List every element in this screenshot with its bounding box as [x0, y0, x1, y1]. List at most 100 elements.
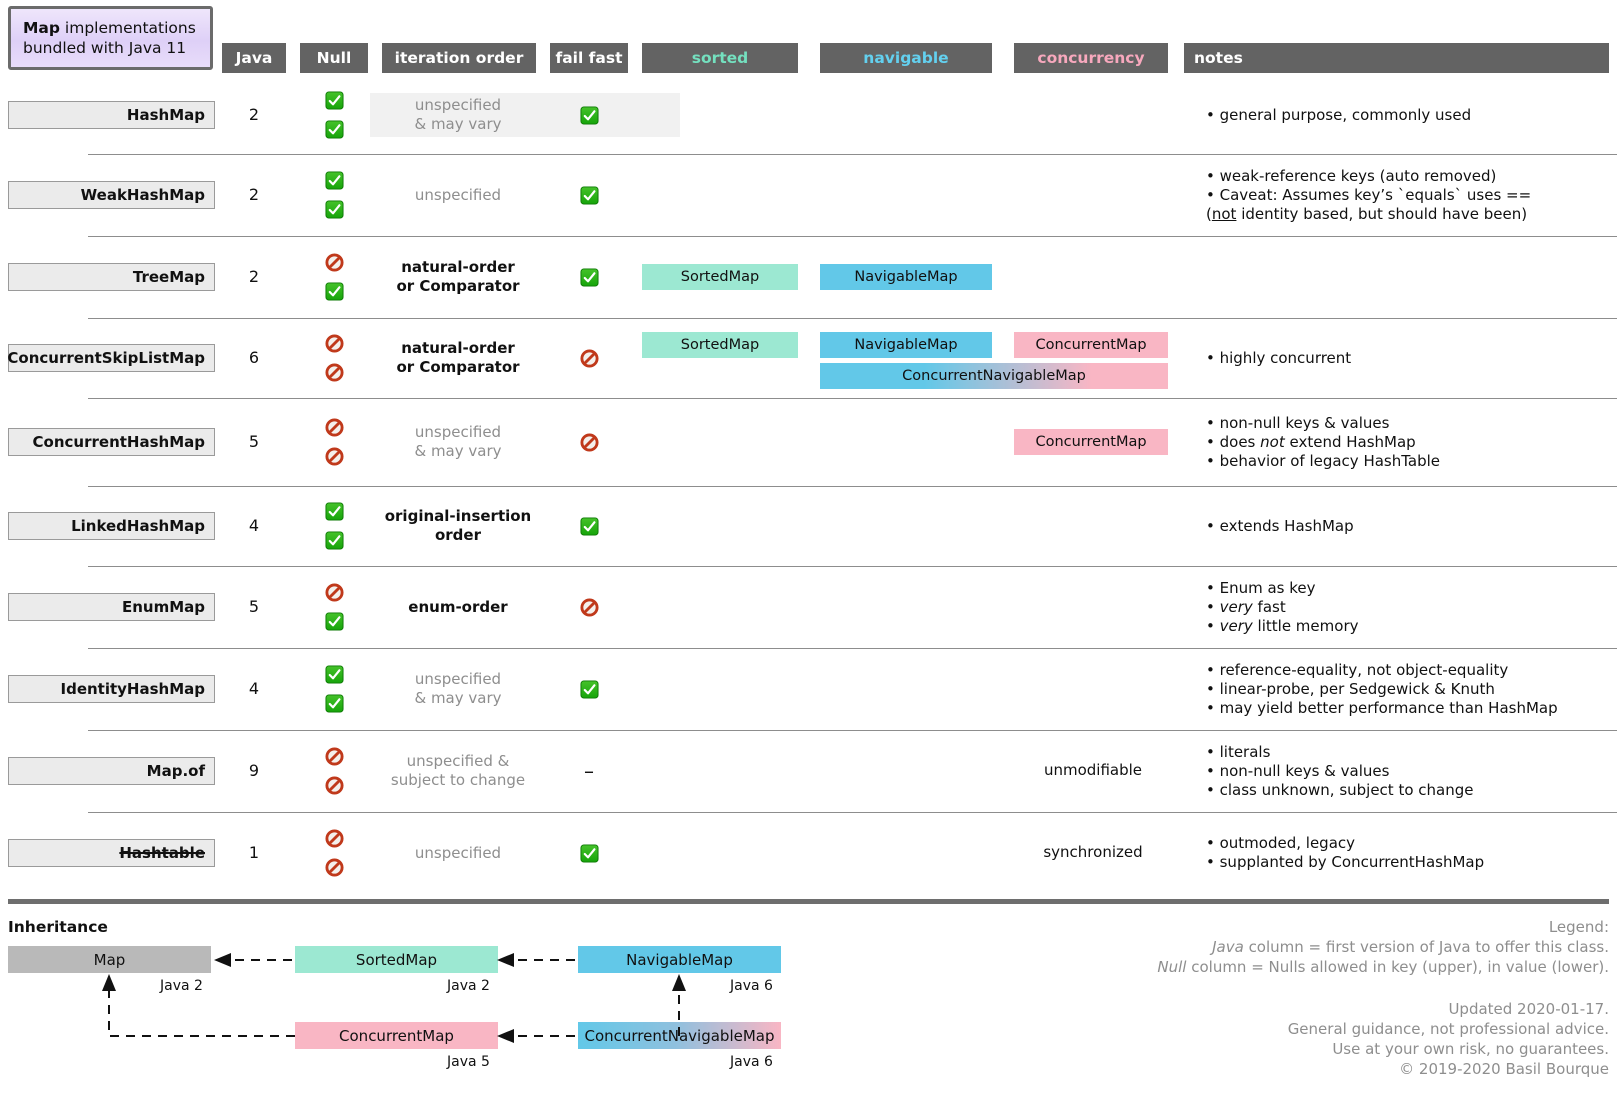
iteration-order-line: or Comparator [396, 276, 520, 295]
java-version-cell: 4 [248, 679, 260, 698]
java-version-cell: 1 [248, 843, 260, 862]
iteration-order-cell: original-insertion order [370, 507, 546, 545]
null-key-indicator [300, 829, 368, 848]
iteration-order-line: subject to change [390, 770, 526, 789]
footer-guidance: General guidance, not professional advic… [1287, 1019, 1609, 1038]
map-name-cell[interactable]: ConcurrentSkipListMap [7, 344, 215, 372]
footer-block: Updated 2020-01-17. General guidance, no… [1288, 1000, 1609, 1080]
note-line: (not identity based, but should have bee… [1206, 204, 1528, 223]
iteration-order-cell: natural-order or Comparator [370, 339, 546, 377]
note-line: • reference-equality, not object-equalit… [1206, 660, 1509, 679]
legend-null-emphasis: Null [1157, 957, 1187, 976]
iteration-order-line: or Comparator [396, 357, 520, 376]
check-icon [324, 665, 344, 684]
fail-fast-cell [556, 432, 622, 452]
null-value-indicator [300, 612, 368, 631]
null-key-indicator [300, 418, 368, 437]
sorted-badge: SortedMap [642, 264, 798, 290]
ban-icon [579, 598, 599, 617]
concurrency-badge: ConcurrentMap [1014, 429, 1168, 455]
map-name-cell[interactable]: LinkedHashMap [8, 512, 215, 540]
iteration-order-line: unspecified & [406, 752, 510, 770]
null-key-indicator [300, 171, 368, 190]
null-key-indicator [300, 91, 368, 110]
table-row: EnumMap 5 enum-order • Enum as key • very fa… [0, 566, 1617, 648]
inheritance-arrows [102, 953, 686, 1043]
null-key-indicator [300, 583, 368, 602]
null-key-indicator [300, 665, 368, 684]
map-name-label: HashMap [126, 106, 205, 124]
iteration-order-cell: natural-order or Comparator [370, 258, 546, 296]
ban-icon [324, 776, 344, 795]
null-value-indicator [300, 120, 368, 139]
iteration-order-line: & may vary [414, 688, 502, 707]
note-line: • literals [1206, 742, 1271, 761]
footer-updated: Updated 2020-01-17. [1448, 1000, 1609, 1018]
java-version-cell: 2 [248, 267, 260, 286]
legend-java-line: Java column = first version of Java to o… [1212, 937, 1609, 956]
notes-cell: • weak-reference keys (auto removed) • Ca… [1206, 167, 1606, 225]
map-name-label: TreeMap [132, 268, 205, 286]
null-key-indicator [300, 334, 368, 353]
iteration-order-line: unspecified [414, 670, 502, 688]
map-name-cell[interactable]: WeakHashMap [8, 181, 215, 209]
null-key-indicator [300, 747, 368, 766]
note-line: • highly concurrent [1206, 348, 1352, 367]
navigable-badge: NavigableMap [820, 264, 992, 290]
map-name-cell[interactable]: IdentityHashMap [8, 675, 215, 703]
column-header-navigable: navigable [820, 43, 992, 73]
map-name-cell[interactable]: Hashtable [8, 839, 215, 867]
map-name-cell[interactable]: HashMap [8, 101, 215, 129]
check-icon [324, 120, 344, 139]
note-line: • Caveat: Assumes key’s `equals` uses == [1206, 185, 1532, 204]
null-value-indicator [300, 363, 368, 382]
legend-java-emphasis: Java [1212, 937, 1244, 956]
note-line: • does not extend HashMap [1206, 432, 1416, 451]
iteration-order-cell: unspecified [370, 844, 546, 863]
table-row: Map.of 9 unspecified & subject to change – un… [0, 730, 1617, 812]
map-name-cell[interactable]: TreeMap [8, 263, 215, 291]
map-name-cell[interactable]: ConcurrentHashMap [8, 428, 215, 456]
null-value-indicator [300, 694, 368, 713]
null-cell [300, 665, 368, 713]
row-separator [88, 812, 1617, 813]
ban-icon [324, 334, 344, 353]
notes-cell: • reference-equality, not object-equalit… [1206, 661, 1606, 719]
row-separator [88, 154, 1617, 155]
note-line: • supplanted by ConcurrentHashMap [1206, 853, 1485, 872]
map-name-cell[interactable]: Map.of [8, 757, 215, 785]
legend-block: Legend: Java column = first version of J… [1157, 918, 1609, 978]
column-header-notes: notes [1184, 43, 1609, 73]
row-separator [88, 486, 1617, 487]
table-row: HashMap 2 unspecified & may vary • general p… [0, 76, 1617, 154]
footer-risk: Use at your own risk, no guarantees. [1332, 1039, 1609, 1058]
iteration-order-cell: unspecified & may vary [370, 96, 546, 134]
notes-cell: • outmoded, legacy • supplanted by Concur… [1206, 834, 1606, 872]
null-cell [300, 334, 368, 382]
column-header-iteration-order: iteration order [382, 43, 536, 73]
notes-cell: • general purpose, commonly used [1206, 106, 1606, 125]
map-name-label: Hashtable [119, 844, 205, 862]
iteration-order-line: & may vary [414, 114, 502, 133]
notes-cell: • literals • non-null keys & values • clas… [1206, 743, 1606, 801]
legend-heading: Legend: [1548, 918, 1609, 936]
check-icon [324, 171, 344, 190]
ban-icon [324, 583, 344, 602]
note-line: • behavior of legacy HashTable [1206, 451, 1441, 470]
note-line: • general purpose, commonly used [1206, 105, 1472, 124]
null-cell [300, 502, 368, 550]
iteration-order-line: unspecified [414, 423, 502, 441]
check-icon [579, 844, 599, 863]
concurrency-text-cell: unmodifiable [1043, 761, 1143, 779]
table-row: ConcurrentHashMap 5 unspecified & may vary C… [0, 398, 1617, 486]
check-icon [579, 106, 599, 125]
fail-fast-cell [556, 597, 622, 617]
note-line: • linear-probe, per Sedgewick & Knuth [1206, 679, 1495, 698]
fail-fast-cell [556, 679, 622, 699]
iteration-order-line: enum-order [408, 597, 508, 616]
map-name-cell[interactable]: EnumMap [8, 593, 215, 621]
row-separator [88, 648, 1617, 649]
note-line: • very fast [1206, 597, 1286, 616]
java-version-cell: 5 [248, 597, 260, 616]
java-version-cell: 2 [248, 105, 260, 124]
